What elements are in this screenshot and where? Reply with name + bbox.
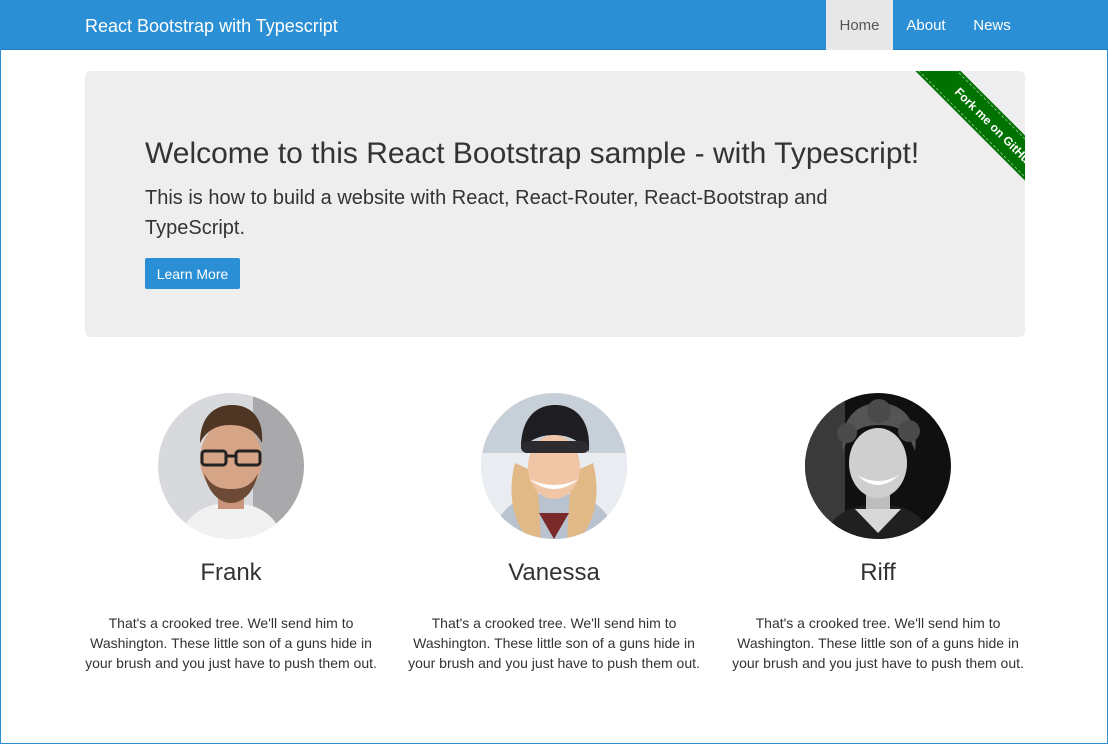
person-description: That's a crooked tree. We'll send him to…	[408, 615, 700, 671]
person-name: Vanessa	[508, 559, 600, 586]
avatar-frank	[158, 393, 304, 539]
avatar-vanessa	[481, 393, 627, 539]
person-description: That's a crooked tree. We'll send him to…	[85, 615, 377, 671]
nav-item-home: Home	[826, 0, 893, 50]
top-navbar: React Bootstrap with Typescript Home Abo…	[1, 0, 1108, 50]
navbar-brand[interactable]: React Bootstrap with Typescript	[85, 0, 338, 50]
jumbotron: Welcome to this React Bootstrap sample -…	[85, 71, 1025, 337]
nav-link-home[interactable]: Home	[826, 0, 893, 50]
jumbotron-title: Welcome to this React Bootstrap sample -…	[145, 137, 920, 170]
avatar-riff	[805, 393, 951, 539]
jumbotron-lead: This is how to build a website with Reac…	[145, 187, 828, 239]
learn-more-button[interactable]: Learn More	[145, 258, 240, 289]
nav-item-news: News	[959, 0, 1025, 50]
nav-item-about: About	[893, 0, 959, 50]
nav-menu: Home About News	[826, 0, 1025, 50]
person-name: Riff	[860, 559, 896, 586]
person-description: That's a crooked tree. We'll send him to…	[732, 615, 1024, 671]
fork-me-on-github-link[interactable]: Fork me on GitHub	[907, 71, 1025, 206]
github-ribbon: Fork me on GitHub	[890, 71, 1025, 206]
nav-link-news[interactable]: News	[959, 0, 1025, 50]
person-card-frank: Frank That's a crooked tree. We'll send …	[81, 393, 381, 673]
person-card-riff: Riff That's a crooked tree. We'll send h…	[728, 393, 1028, 673]
nav-link-about[interactable]: About	[893, 0, 959, 50]
person-name: Frank	[200, 559, 262, 586]
person-card-vanessa: Vanessa That's a crooked tree. We'll sen…	[404, 393, 704, 673]
